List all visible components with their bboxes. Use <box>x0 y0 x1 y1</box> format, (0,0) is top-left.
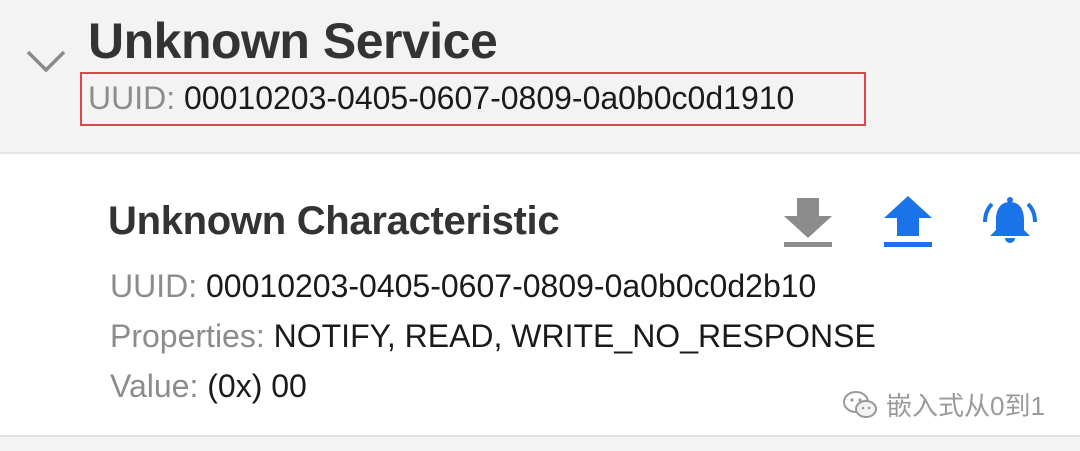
service-uuid-label: UUID: <box>88 80 176 116</box>
upload-icon[interactable] <box>880 194 936 250</box>
properties-label: Properties: <box>110 318 265 354</box>
service-uuid: UUID: 00010203-0405-0607-0809-0a0b0c0d19… <box>88 80 794 117</box>
characteristic-uuid-label: UUID: <box>110 268 198 304</box>
characteristic-properties: Properties: NOTIFY, READ, WRITE_NO_RESPO… <box>110 318 876 355</box>
service-row[interactable]: Unknown Service UUID: 00010203-0405-0607… <box>0 0 1080 154</box>
value-value: (0x) 00 <box>207 368 307 404</box>
characteristic-uuid: UUID: 00010203-0405-0607-0809-0a0b0c0d2b… <box>110 268 816 305</box>
characteristic-value: Value: (0x) 00 <box>110 368 307 405</box>
watermark: 嵌入式从0到1 <box>842 386 1045 423</box>
download-icon[interactable] <box>780 194 836 250</box>
characteristic-uuid-value: 00010203-0405-0607-0809-0a0b0c0d2b10 <box>206 268 817 304</box>
wechat-icon <box>843 390 877 418</box>
service-uuid-value: 00010203-0405-0607-0809-0a0b0c0d1910 <box>184 80 795 116</box>
watermark-text: 嵌入式从0到1 <box>886 391 1045 421</box>
chevron-down-icon[interactable] <box>24 44 68 78</box>
properties-value: NOTIFY, READ, WRITE_NO_RESPONSE <box>273 318 876 354</box>
service-title: Unknown Service <box>88 13 498 69</box>
value-label: Value: <box>110 368 199 404</box>
bell-icon[interactable] <box>980 192 1040 252</box>
characteristic-title: Unknown Characteristic <box>108 199 560 243</box>
